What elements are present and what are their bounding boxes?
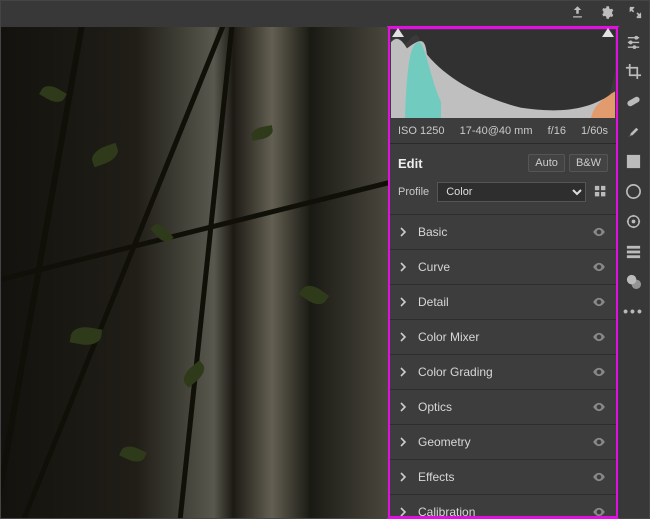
metadata-row: ISO 1250 17-40@40 mm f/16 1/60s (388, 121, 618, 144)
visibility-icon[interactable] (592, 330, 606, 344)
auto-button[interactable]: Auto (528, 154, 565, 172)
visibility-icon[interactable] (592, 470, 606, 484)
chevron-right-icon (398, 437, 408, 447)
tool-strip: ••• (618, 27, 649, 518)
image-canvas[interactable] (1, 27, 388, 518)
edit-header: Edit Auto B&W (388, 144, 618, 180)
chevron-right-icon (398, 367, 408, 377)
visibility-icon[interactable] (592, 260, 606, 274)
visibility-icon[interactable] (592, 365, 606, 379)
chevron-right-icon (398, 332, 408, 342)
section-geometry[interactable]: Geometry (388, 424, 618, 459)
visibility-icon[interactable] (592, 400, 606, 414)
section-detail[interactable]: Detail (388, 284, 618, 319)
section-color-mixer[interactable]: Color Mixer (388, 319, 618, 354)
section-label: Basic (418, 225, 592, 239)
section-basic[interactable]: Basic (388, 214, 618, 249)
section-label: Detail (418, 295, 592, 309)
panel-title: Edit (398, 156, 524, 171)
chevron-right-icon (398, 507, 408, 517)
section-label: Curve (418, 260, 592, 274)
meta-shutter: 1/60s (581, 125, 608, 137)
visibility-icon[interactable] (592, 225, 606, 239)
expand-icon[interactable] (628, 5, 643, 23)
healing-brush-icon[interactable] (625, 93, 642, 110)
chevron-right-icon (398, 297, 408, 307)
section-label: Color Mixer (418, 330, 592, 344)
red-eye-icon[interactable] (625, 213, 642, 230)
visibility-icon[interactable] (592, 295, 606, 309)
section-optics[interactable]: Optics (388, 389, 618, 424)
section-calibration[interactable]: Calibration (388, 494, 618, 518)
shadow-clip-icon[interactable] (392, 28, 404, 37)
adjust-sliders-icon[interactable] (625, 33, 642, 50)
linear-gradient-icon[interactable] (625, 153, 642, 170)
more-tools-icon[interactable]: ••• (623, 303, 644, 319)
section-color-grading[interactable]: Color Grading (388, 354, 618, 389)
section-curve[interactable]: Curve (388, 249, 618, 284)
chevron-right-icon (398, 402, 408, 412)
profile-row: Profile Color (388, 180, 618, 214)
profile-browser-icon[interactable] (594, 185, 608, 199)
chevron-right-icon (398, 262, 408, 272)
chevron-right-icon (398, 227, 408, 237)
profile-label: Profile (398, 186, 429, 198)
visibility-icon[interactable] (592, 435, 606, 449)
radial-gradient-icon[interactable] (625, 183, 642, 200)
swatch-icon[interactable] (625, 273, 642, 290)
profile-select[interactable]: Color (437, 182, 586, 202)
bw-button[interactable]: B&W (569, 154, 608, 172)
section-label: Optics (418, 400, 592, 414)
gear-icon[interactable] (599, 5, 614, 23)
brush-icon[interactable] (625, 123, 642, 140)
edit-panel: ISO 1250 17-40@40 mm f/16 1/60s Edit Aut… (388, 27, 618, 518)
meta-aperture: f/16 (548, 125, 566, 137)
section-label: Effects (418, 470, 592, 484)
chevron-right-icon (398, 472, 408, 482)
section-label: Calibration (418, 505, 592, 518)
section-effects[interactable]: Effects (388, 459, 618, 494)
meta-lens: 17-40@40 mm (460, 125, 533, 137)
visibility-icon[interactable] (592, 505, 606, 518)
meta-iso: ISO 1250 (398, 125, 444, 137)
crop-icon[interactable] (625, 63, 642, 80)
highlight-clip-icon[interactable] (602, 28, 614, 37)
presets-icon[interactable] (625, 243, 642, 260)
section-label: Geometry (418, 435, 592, 449)
section-label: Color Grading (418, 365, 592, 379)
section-list: Basic Curve Detail Color Mixer Color Grading… (388, 214, 618, 518)
app-topbar (1, 1, 649, 27)
histogram[interactable] (391, 30, 615, 118)
share-icon[interactable] (570, 5, 585, 23)
